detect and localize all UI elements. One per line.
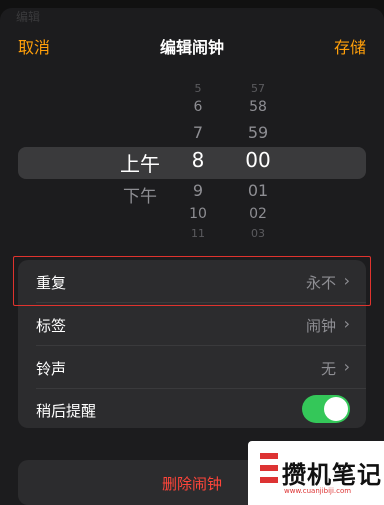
hour-option[interactable]: 7 — [168, 123, 228, 142]
watermark-logo-icon — [260, 453, 278, 483]
watermark-url: www.cuanjibiji.com — [284, 487, 352, 495]
repeat-row[interactable]: 重复 永不 › — [13, 256, 371, 306]
hour-option[interactable]: 11 — [168, 227, 228, 240]
minute-option[interactable]: 58 — [228, 99, 288, 115]
minute-option[interactable]: 59 — [228, 123, 288, 142]
sound-label: 铃声 — [36, 360, 67, 378]
minute-wheel[interactable]: 57 58 59 00 01 02 03 — [228, 74, 288, 244]
minute-option-selected[interactable]: 00 — [228, 148, 288, 172]
background-title: 编辑 — [16, 10, 41, 24]
ampm-option-am[interactable]: 上午 — [110, 148, 170, 177]
chevron-right-icon: › — [343, 271, 350, 290]
hour-option[interactable]: 5 — [168, 82, 228, 95]
chevron-right-icon: › — [343, 314, 350, 333]
hour-option[interactable]: 9 — [168, 181, 228, 200]
repeat-label: 重复 — [36, 274, 67, 292]
alarm-settings-list: 重复 永不 › 标签 闹钟 › 铃声 无 › 稍后提醒 — [13, 256, 371, 430]
minute-option[interactable]: 02 — [228, 206, 288, 222]
sound-value: 无 — [320, 360, 336, 378]
hour-option[interactable]: 6 — [168, 99, 228, 115]
watermark-title: 攒机笔记 — [282, 461, 382, 489]
hour-option-selected[interactable]: 8 — [168, 148, 228, 172]
nav-bar: 取消 编辑闹钟 存储 — [0, 26, 384, 64]
chevron-right-icon: › — [343, 357, 350, 376]
minute-option[interactable]: 03 — [228, 227, 288, 240]
snooze-label: 稍后提醒 — [36, 402, 97, 420]
sound-row[interactable]: 铃声 无 › — [18, 346, 366, 388]
watermark: 攒机笔记 www.cuanjibiji.com — [248, 441, 384, 505]
label-row[interactable]: 标签 闹钟 › — [18, 303, 366, 345]
minute-option[interactable]: 57 — [228, 82, 288, 95]
page-title: 编辑闹钟 — [159, 38, 224, 57]
save-button[interactable]: 存储 — [334, 34, 366, 58]
label-label: 标签 — [36, 317, 67, 335]
snooze-row: 稍后提醒 — [18, 388, 366, 430]
hour-option[interactable]: 10 — [168, 206, 228, 222]
time-picker[interactable]: 上午 下午 5 6 7 8 9 10 11 57 58 59 00 01 02 … — [0, 74, 384, 244]
minute-option[interactable]: 01 — [228, 181, 288, 200]
ampm-wheel[interactable]: 上午 下午 — [110, 74, 170, 244]
toggle-knob — [324, 397, 348, 421]
hour-wheel[interactable]: 5 6 7 8 9 10 11 — [168, 74, 228, 244]
snooze-toggle[interactable] — [302, 395, 350, 423]
repeat-value: 永不 — [305, 274, 336, 292]
ampm-option-pm[interactable]: 下午 — [110, 182, 170, 207]
label-value: 闹钟 — [305, 317, 336, 335]
